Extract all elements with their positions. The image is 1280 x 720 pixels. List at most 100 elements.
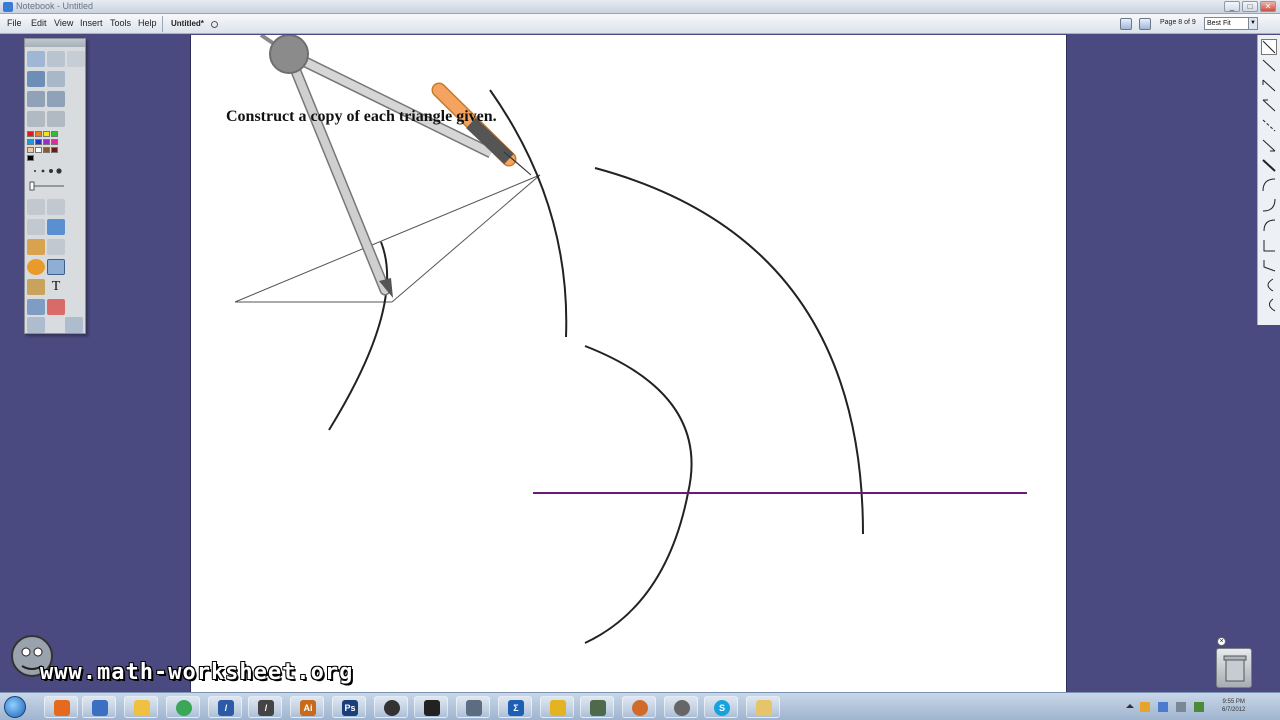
screen-shade-icon[interactable] <box>1120 18 1132 30</box>
color-swatch-yellow[interactable] <box>43 131 50 137</box>
maximize-button[interactable]: □ <box>1242 1 1258 12</box>
zoom-select[interactable]: Best Fit ▼ <box>1204 17 1258 30</box>
search-app-icon <box>466 700 482 716</box>
curve-icon[interactable] <box>1261 177 1277 193</box>
taskbar-sharepoint[interactable] <box>82 696 116 718</box>
corner-icon[interactable] <box>1261 237 1277 253</box>
camera-tool-icon[interactable] <box>47 71 65 87</box>
menu-edit[interactable]: Edit <box>31 18 47 28</box>
taskbar-firefox[interactable] <box>44 696 78 718</box>
line-thick-icon[interactable] <box>1261 157 1277 173</box>
color-swatch-green[interactable] <box>51 131 58 137</box>
taskbar-photoshop[interactable]: Ps <box>332 696 366 718</box>
taskbar-tool[interactable] <box>414 696 448 718</box>
taskbar-pen[interactable]: / <box>248 696 282 718</box>
zoom-tool-icon[interactable] <box>27 111 45 127</box>
color-swatch-purple[interactable] <box>43 139 50 145</box>
page-sorter-icon[interactable] <box>1139 18 1151 30</box>
color-swatch-peach[interactable] <box>27 147 34 153</box>
color-swatch-cyan[interactable] <box>27 139 34 145</box>
color-swatch-maroon[interactable] <box>51 147 58 153</box>
menu-tools[interactable]: Tools <box>110 18 131 28</box>
magic-pen-icon[interactable] <box>47 259 65 275</box>
notebook-page[interactable]: Construct a copy of each triangle given. <box>190 35 1067 692</box>
curve-2-icon[interactable] <box>1261 197 1277 213</box>
tool2-app-icon <box>674 700 690 716</box>
color-swatch-orange[interactable] <box>35 131 42 137</box>
line-dashed-icon[interactable] <box>1261 117 1277 133</box>
text-tool-icon[interactable]: T <box>47 279 65 295</box>
start-button[interactable] <box>4 696 26 718</box>
taskbar-sigma[interactable]: Σ <box>498 696 532 718</box>
taskbar-tool2[interactable] <box>664 696 698 718</box>
color-swatch-white[interactable] <box>35 147 42 153</box>
bracket-icon[interactable] <box>1261 277 1277 293</box>
page-sorter-tool-icon[interactable] <box>27 51 45 67</box>
color-swatch-red[interactable] <box>27 131 34 137</box>
line-arrow-2-icon[interactable] <box>1261 97 1277 113</box>
taskbar-media[interactable] <box>374 696 408 718</box>
color-swatch-brown[interactable] <box>43 147 50 153</box>
page-indicator: Page 8 of 9 <box>1160 19 1196 26</box>
line-tool-icon[interactable] <box>47 239 65 255</box>
shapes-icon[interactable] <box>27 259 45 275</box>
mail-icon <box>134 700 150 716</box>
taskbar-geogebra[interactable] <box>540 696 574 718</box>
arc-icon[interactable] <box>1261 217 1277 233</box>
compass-arc-middle <box>584 345 693 644</box>
system-clock[interactable]: 9:55 PM 6/7/2012 <box>1222 698 1245 714</box>
taskbar-chrome[interactable] <box>166 696 200 718</box>
menu-bar: File Edit View Insert Tools Help Untitle… <box>0 14 1280 34</box>
media-icon <box>384 700 400 716</box>
toolbar-settings-icon[interactable] <box>65 317 83 333</box>
taskbar-illustrator[interactable]: Ai <box>290 696 324 718</box>
pen-icon[interactable] <box>47 199 65 215</box>
chevron-down-icon[interactable]: ▼ <box>1248 18 1257 29</box>
line-slash-icon[interactable] <box>1261 39 1277 55</box>
tab-close-icon[interactable] <box>211 21 218 28</box>
compass-icon[interactable] <box>259 35 532 298</box>
bracket-2-icon[interactable] <box>1261 297 1277 313</box>
delete-icon[interactable] <box>47 299 65 315</box>
close-button[interactable]: ✕ <box>1260 1 1276 12</box>
taskbar-search[interactable] <box>456 696 490 718</box>
taskbar-folder[interactable] <box>746 696 780 718</box>
toolbar-undo-icon[interactable] <box>27 317 45 333</box>
line-arrow-icon[interactable] <box>1261 77 1277 93</box>
taskbar-notebook[interactable]: / <box>208 696 242 718</box>
properties-tool-icon[interactable] <box>67 51 85 67</box>
rotate-tool-icon[interactable] <box>47 111 65 127</box>
select-arrow-icon[interactable] <box>27 199 45 215</box>
highlighter-icon[interactable] <box>27 219 45 235</box>
gallery-tool-icon[interactable] <box>27 71 45 87</box>
color-swatch-blue[interactable] <box>35 139 42 145</box>
transparency-slider[interactable] <box>29 181 65 191</box>
eraser-icon[interactable] <box>27 239 45 255</box>
toolbar-drag-handle[interactable] <box>25 39 85 47</box>
minimize-button[interactable]: _ <box>1224 1 1240 12</box>
taskbar-mail[interactable] <box>124 696 158 718</box>
line-diagonal-icon[interactable] <box>1261 57 1277 73</box>
taskbar-skype[interactable]: S <box>704 696 738 718</box>
color-swatch-pink[interactable] <box>51 139 58 145</box>
corner-2-icon[interactable] <box>1261 257 1277 273</box>
taskbar-paint[interactable] <box>622 696 656 718</box>
sharepoint-icon <box>92 700 108 716</box>
color-swatch-black[interactable] <box>27 155 34 161</box>
creative-pen-icon[interactable] <box>47 219 65 235</box>
line-width-dots[interactable] <box>29 165 62 177</box>
menu-insert[interactable]: Insert <box>80 18 103 28</box>
document-tab[interactable]: Untitled* <box>162 16 224 32</box>
screen-capture-icon[interactable] <box>27 299 45 315</box>
menu-file[interactable]: File <box>7 18 22 28</box>
redo-icon[interactable] <box>47 91 65 107</box>
taskbar-word[interactable] <box>580 696 614 718</box>
trash-close-icon[interactable]: × <box>1217 637 1226 646</box>
attachments-tool-icon[interactable] <box>47 51 65 67</box>
line-double-arrow-icon[interactable] <box>1261 137 1277 153</box>
undo-icon[interactable] <box>27 91 45 107</box>
fill-icon[interactable] <box>27 279 45 295</box>
menu-help[interactable]: Help <box>138 18 157 28</box>
trash-can-icon[interactable] <box>1216 648 1252 688</box>
menu-view[interactable]: View <box>54 18 73 28</box>
